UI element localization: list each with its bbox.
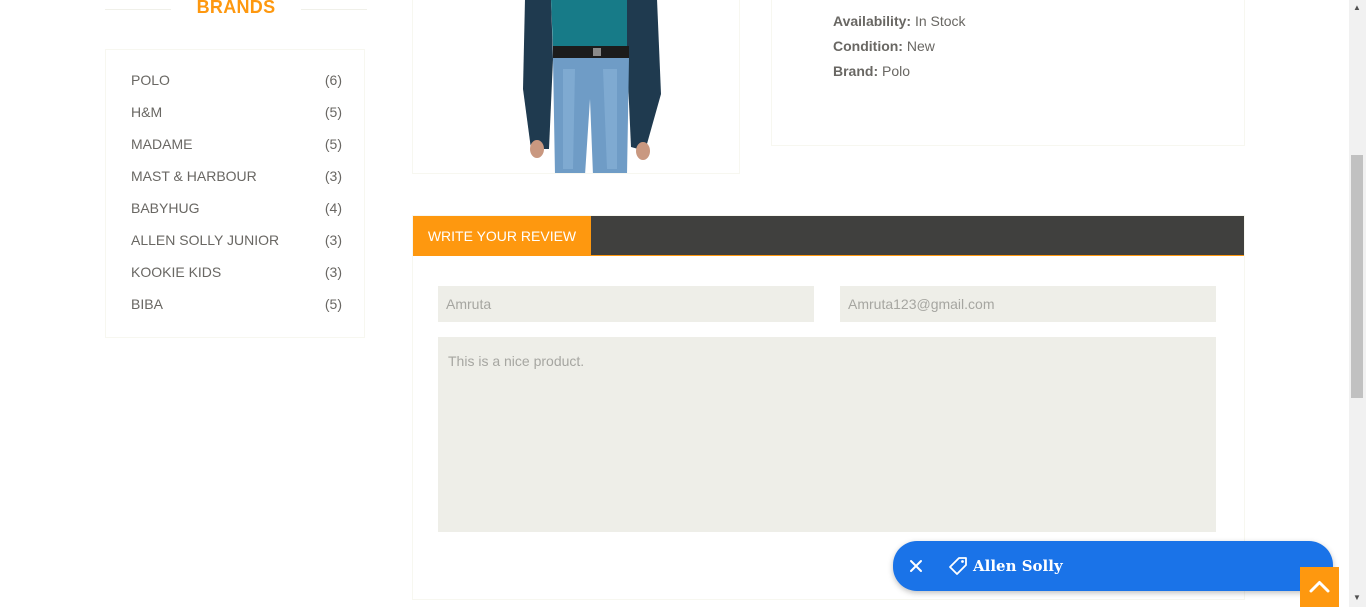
tag-label: Allen Solly — [973, 557, 1063, 575]
brand-item-kookie-kids[interactable]: KOOKIE KIDS (3) — [131, 262, 342, 282]
brand-name[interactable]: BABYHUG — [131, 200, 199, 216]
scroll-to-top-button[interactable] — [1300, 567, 1339, 607]
brands-list: POLO (6) H&M (5) MADAME (5) MAST & HARBO… — [105, 49, 365, 338]
email-input[interactable] — [840, 286, 1216, 322]
brand-item-mast-harbour[interactable]: MAST & HARBOUR (3) — [131, 166, 342, 186]
brand-item-allen-solly-junior[interactable]: ALLEN SOLLY JUNIOR (3) — [131, 230, 342, 250]
brand-count: (4) — [324, 200, 342, 216]
brand-item-babyhug[interactable]: BABYHUG (4) — [131, 198, 342, 218]
close-icon[interactable] — [907, 557, 925, 575]
condition-line: Condition: New — [833, 38, 935, 54]
availability-line: Availability: In Stock — [833, 13, 966, 29]
tab-write-review[interactable]: WRITE YOUR REVIEW — [413, 216, 591, 256]
scroll-down-arrow-icon[interactable]: ▼ — [1353, 593, 1361, 602]
brand-count: (3) — [324, 264, 342, 280]
product-image — [412, 0, 740, 174]
brand-count: (3) — [324, 232, 342, 248]
brand-name[interactable]: BIBA — [131, 296, 163, 312]
condition-label: Condition: — [833, 38, 903, 54]
brand-count: (5) — [324, 104, 342, 120]
brand-item-madame[interactable]: MADAME (5) — [131, 134, 342, 154]
page-scrollbar[interactable]: ▲ ▼ — [1349, 0, 1366, 607]
product-info: Availability: In Stock Condition: New Br… — [771, 0, 1245, 146]
brand-item-biba[interactable]: BIBA (5) — [131, 294, 342, 314]
brand-count: (6) — [324, 72, 342, 88]
name-input[interactable] — [438, 286, 814, 322]
brand-name[interactable]: MAST & HARBOUR — [131, 168, 257, 184]
brand-name[interactable]: MADAME — [131, 136, 192, 152]
condition-value: New — [906, 38, 935, 54]
brand-item-polo[interactable]: POLO (6) — [131, 70, 342, 90]
brand-item-hm[interactable]: H&M (5) — [131, 102, 342, 122]
availability-value: In Stock — [914, 13, 966, 29]
tag-icon — [949, 557, 967, 575]
brand-name[interactable]: ALLEN SOLLY JUNIOR — [131, 232, 279, 248]
scroll-up-arrow-icon[interactable]: ▲ — [1353, 3, 1361, 12]
brand-label: Brand: — [833, 63, 879, 79]
brand-name[interactable]: H&M — [131, 104, 162, 120]
scroll-thumb[interactable] — [1351, 155, 1363, 398]
availability-label: Availability: — [833, 13, 912, 29]
brand-value: Polo — [882, 63, 911, 79]
chevron-up-icon — [1309, 581, 1330, 593]
brand-count: (3) — [324, 168, 342, 184]
brand-count: (5) — [324, 136, 342, 152]
brand-count: (5) — [324, 296, 342, 312]
brand-name[interactable]: POLO — [131, 72, 170, 88]
review-tab-bar: WRITE YOUR REVIEW — [413, 216, 1244, 256]
brand-tag-bar[interactable]: Allen Solly — [893, 541, 1333, 591]
product-photo-illustration — [523, 0, 661, 173]
brand-name[interactable]: KOOKIE KIDS — [131, 264, 221, 280]
brands-heading-block: BRANDS — [105, 0, 367, 22]
review-textarea[interactable]: This is a nice product. — [438, 337, 1216, 532]
brand-line: Brand: Polo — [833, 63, 910, 79]
brands-title: BRANDS — [196, 0, 276, 17]
